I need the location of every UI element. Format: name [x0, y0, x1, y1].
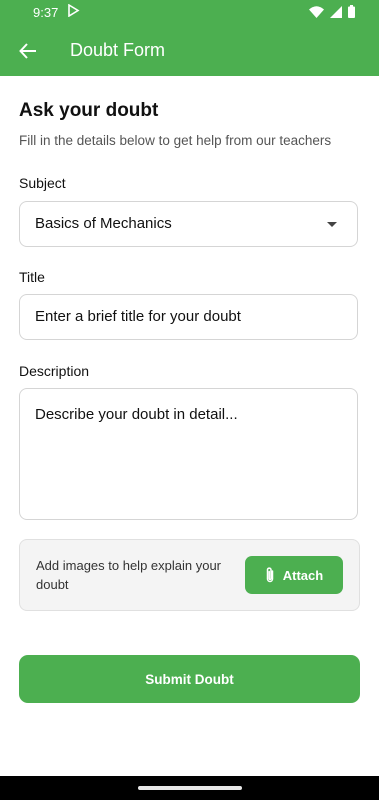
home-gesture-handle[interactable]: [138, 786, 242, 790]
back-button[interactable]: [14, 37, 42, 65]
arrow-back-icon: [19, 43, 36, 59]
subject-dropdown[interactable]: Basics of Mechanics: [19, 201, 358, 247]
attachment-hint: Add images to help explain your doubt: [36, 558, 222, 592]
app-bar: Doubt Form: [0, 25, 379, 76]
attach-button-label: Attach: [282, 567, 324, 583]
submit-button-label: Submit Doubt: [145, 671, 234, 687]
subject-selected-value: Basics of Mechanics: [35, 215, 172, 232]
cellular-signal-icon: [330, 5, 342, 18]
description-placeholder: Describe your doubt in detail...: [35, 406, 238, 423]
dropdown-arrow-icon: [327, 222, 337, 227]
status-bar: 9:37: [0, 0, 379, 25]
attach-button[interactable]: Attach: [245, 556, 343, 594]
battery-icon: [348, 5, 355, 18]
status-icons: [309, 5, 355, 18]
wifi-icon: [309, 5, 324, 18]
app-bar-title: Doubt Form: [70, 40, 166, 60]
page-title: Ask your doubt: [19, 100, 159, 121]
status-time: 9:37: [33, 5, 59, 20]
submit-doubt-button[interactable]: Submit Doubt: [19, 655, 360, 703]
attachment-panel: Add images to help explain your doubt At…: [19, 539, 360, 611]
paperclip-icon: [266, 567, 274, 583]
subject-label: Subject: [19, 175, 66, 191]
page-subtitle: Fill in the details below to get help fr…: [19, 133, 332, 148]
description-label: Description: [19, 363, 90, 379]
description-field[interactable]: Describe your doubt in detail...: [19, 388, 358, 520]
play-store-icon: [67, 3, 80, 20]
title-placeholder: Enter a brief title for your doubt: [35, 308, 241, 325]
title-field[interactable]: Enter a brief title for your doubt: [19, 294, 358, 340]
system-navigation-bar: [0, 776, 379, 800]
title-label: Title: [19, 269, 45, 285]
